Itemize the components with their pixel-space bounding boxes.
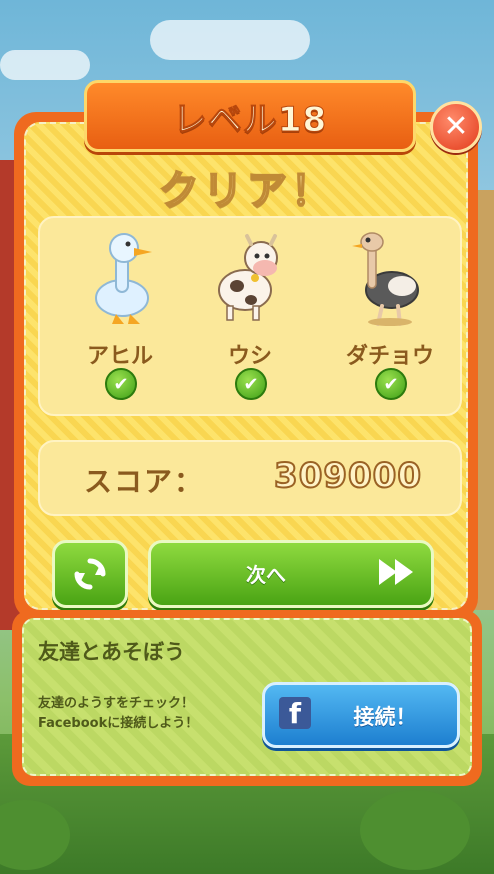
- friends-title: 友達とあそぼう: [38, 640, 185, 664]
- ostrich-icon: [352, 232, 419, 326]
- animal-name: アヒル: [86, 344, 153, 369]
- friends-description: 友達のようすをチェック！ Facebookに接続しよう！: [38, 694, 198, 734]
- bush: [360, 790, 470, 870]
- level-title: レベル18: [172, 99, 328, 140]
- next-label: 次へ: [246, 563, 286, 587]
- friends-description-line: Facebookに接続しよう！: [38, 716, 199, 731]
- friends-description-line: 友達のようすをチェック！: [38, 696, 195, 711]
- animal-goal-cow: ウシ ✔: [180, 218, 320, 414]
- check-icon: ✔: [235, 368, 267, 400]
- cloud: [150, 20, 310, 60]
- score-label: スコア：: [84, 465, 205, 498]
- score-value: 309000: [273, 455, 422, 497]
- facebook-icon: f: [279, 697, 311, 730]
- facebook-connect-button[interactable]: f 接続！: [262, 682, 460, 748]
- duck-icon: [95, 233, 152, 324]
- animals-goal-box: アヒル ✔ ウシ ✔ ダチョウ ✔: [38, 216, 462, 416]
- fast-forward-icon: [379, 559, 413, 585]
- animal-goal-duck: アヒル ✔: [50, 218, 190, 414]
- replay-button[interactable]: [52, 540, 128, 608]
- cloud: [0, 50, 90, 80]
- check-icon: ✔: [105, 368, 137, 400]
- level-title-tab: レベル18: [84, 80, 416, 152]
- close-icon: ✕: [443, 109, 469, 144]
- animal-name: ウシ: [227, 344, 272, 369]
- score-box: スコア： 309000: [38, 440, 462, 516]
- facebook-connect-label: 接続！: [353, 705, 417, 729]
- close-button[interactable]: ✕: [430, 101, 482, 153]
- check-icon: ✔: [375, 368, 407, 400]
- animal-goal-ostrich: ダチョウ ✔: [320, 218, 460, 414]
- replay-icon: [74, 558, 106, 590]
- next-button[interactable]: 次へ: [148, 540, 434, 608]
- clear-heading: クリア！: [158, 167, 335, 215]
- cow-icon: [218, 234, 278, 321]
- animal-name: ダチョウ: [345, 344, 434, 369]
